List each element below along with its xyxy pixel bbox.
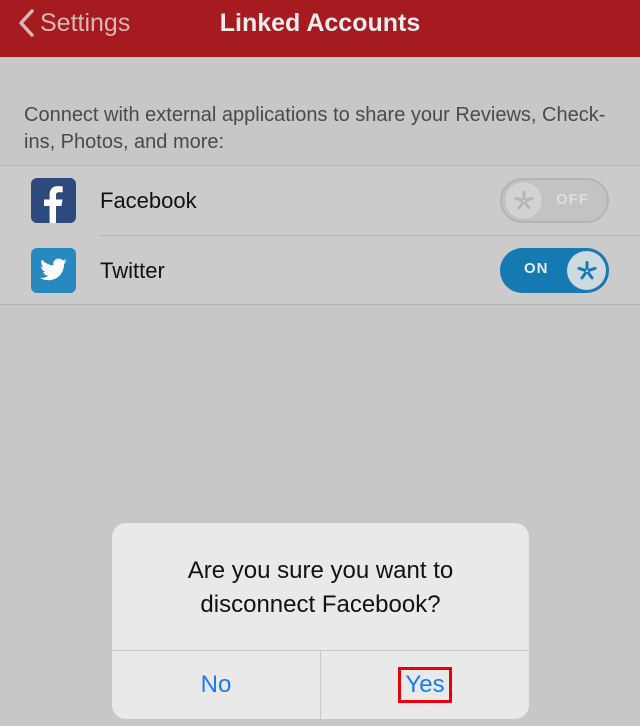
burst-icon: [576, 260, 597, 279]
navigation-bar: Settings Linked Accounts: [0, 0, 640, 57]
account-name: Facebook: [100, 188, 197, 213]
page-title: Linked Accounts: [219, 9, 421, 37]
toggle-state: OFF: [556, 191, 589, 208]
no-label: No: [200, 671, 232, 698]
yes-button[interactable]: Yes: [321, 651, 529, 719]
facebook-toggle[interactable]: OFF: [500, 178, 609, 223]
facebook-icon: [31, 178, 76, 223]
confirm-dialog: Are you sure you want to disconnect Face…: [112, 523, 529, 719]
account-name: Twitter: [100, 258, 165, 283]
intro-text: Connect with external applications to sh…: [24, 104, 606, 153]
linked-accounts-list: Facebook OFF Twitter ON: [0, 165, 640, 305]
yes-label: Yes: [398, 667, 452, 703]
no-button[interactable]: No: [112, 651, 320, 719]
list-item-twitter: Twitter ON: [0, 236, 640, 305]
twitter-icon: [31, 248, 76, 293]
knob: [567, 251, 606, 290]
dialog-message: Are you sure you want to disconnect Face…: [112, 554, 529, 622]
dialog-message-line-1: Are you sure you want to: [187, 557, 454, 584]
dialog-message-line-2: disconnect Facebook?: [200, 591, 441, 618]
toggle-state: ON: [524, 260, 549, 277]
burst-icon: [513, 190, 534, 209]
twitter-toggle[interactable]: ON: [500, 248, 609, 293]
knob: [504, 181, 543, 220]
list-item-facebook: Facebook OFF: [0, 166, 640, 236]
